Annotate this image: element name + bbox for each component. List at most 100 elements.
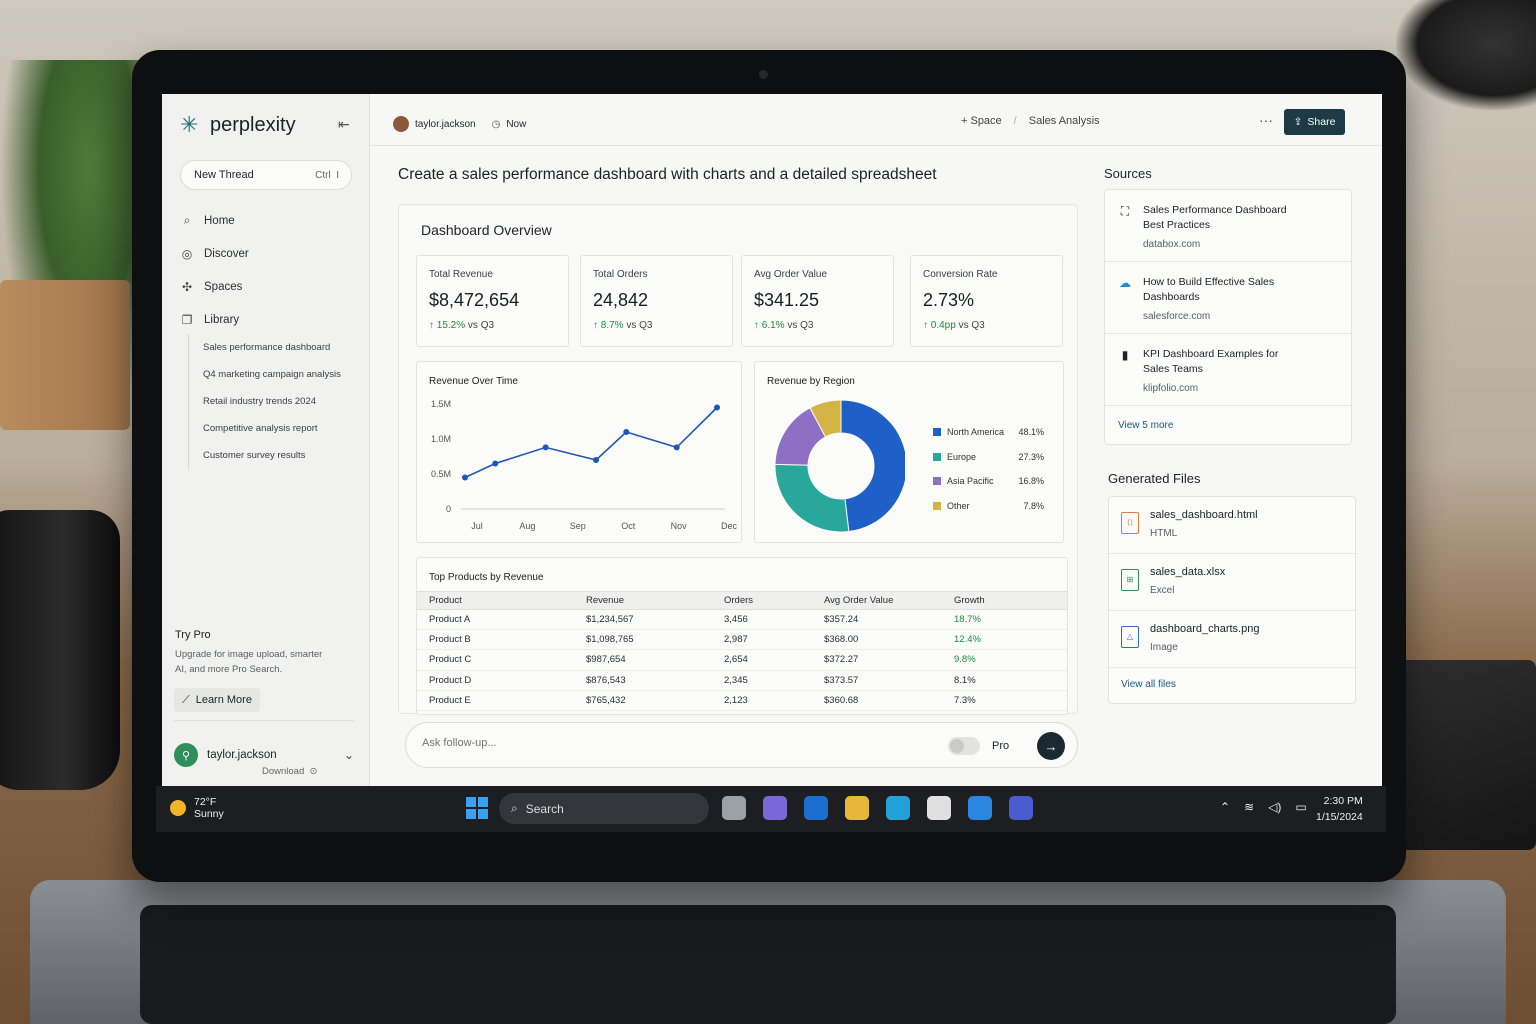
thread-title[interactable]: Sales Analysis — [1029, 115, 1100, 127]
table-title: Top Products by Revenue — [429, 572, 544, 583]
library-item[interactable]: Retail industry trends 2024 — [203, 388, 341, 415]
windows-start-icon[interactable] — [466, 797, 488, 819]
data-point[interactable] — [542, 444, 549, 451]
column-header[interactable]: Growth — [942, 591, 1067, 610]
table-row[interactable]: Product A $1,234,567 3,456 $357.24 18.7% — [417, 609, 1067, 631]
revenue-over-time-panel: Revenue Over Time 1.5M 1.0M 0.5M 0 Jul Aug Sep… — [416, 361, 742, 543]
taskbar-search[interactable]: ⌕ Search — [499, 793, 709, 824]
source-item[interactable]: ⛶ Sales Performance Dashboard Best Practi… — [1105, 190, 1351, 262]
settings-icon[interactable] — [1009, 796, 1033, 820]
follow-up-input[interactable] — [422, 737, 822, 749]
app-name: perplexity — [210, 113, 296, 136]
table-row[interactable]: Product C $987,654 2,654 $372.27 9.8% — [417, 649, 1067, 671]
download-link[interactable]: Download ⊙ — [262, 766, 318, 777]
learn-more-button[interactable]: ⟋ Learn More — [174, 688, 260, 712]
sidebar-item-library[interactable]: ❐ Library — [180, 303, 249, 336]
file-type: Image — [1150, 642, 1178, 653]
sidebar-item-home[interactable]: ⌕ Home — [180, 204, 249, 237]
author-name: taylor.jackson — [415, 118, 476, 130]
file-item[interactable]: △ dashboard_charts.png Image — [1109, 611, 1355, 668]
column-header[interactable]: Product — [417, 591, 574, 610]
weather-widget[interactable]: 72°F Sunny — [170, 796, 224, 820]
file-explorer-icon[interactable] — [845, 796, 869, 820]
chat-icon[interactable] — [763, 796, 787, 820]
volume-icon[interactable]: ◁) — [1268, 800, 1281, 814]
arrow-right-icon: → — [1044, 738, 1058, 754]
chevron-down-icon[interactable]: ⌄ — [344, 748, 354, 762]
task-view-icon[interactable] — [722, 796, 746, 820]
share-label: Share — [1307, 116, 1336, 128]
table-header-row: Product Revenue Orders Avg Order Value G… — [417, 591, 1067, 610]
library-item[interactable]: Customer survey results — [203, 442, 341, 469]
table-cell: 2,987 — [712, 629, 812, 651]
send-button[interactable]: → — [1037, 732, 1065, 760]
file-item[interactable]: ⟨⟩ sales_dashboard.html HTML — [1109, 497, 1355, 554]
column-header[interactable]: Revenue — [574, 591, 712, 610]
library-item[interactable]: Sales performance dashboard — [203, 334, 341, 361]
copilot-icon[interactable] — [968, 796, 992, 820]
view-more-sources-link[interactable]: View 5 more — [1118, 420, 1173, 431]
sidebar-item-label: Spaces — [204, 280, 243, 293]
products-table: Product Revenue Orders Avg Order Value G… — [417, 591, 1067, 711]
store-icon[interactable] — [927, 796, 951, 820]
library-item[interactable]: Q4 marketing campaign analysis — [203, 361, 341, 388]
library-item[interactable]: Competitive analysis report — [203, 415, 341, 442]
file-name: dashboard_charts.png — [1150, 623, 1260, 635]
table-cell: $373.57 — [812, 670, 942, 691]
thread-question: Create a sales performance dashboard wit… — [398, 166, 937, 183]
new-thread-shortcut: Ctrl I — [315, 169, 339, 181]
table-row[interactable]: Product D $876,543 2,345 $373.57 8.1% — [417, 670, 1067, 691]
sidebar-nav: ⌕ Home ◎ Discover ✣ Spaces ❐ Library — [180, 204, 249, 336]
legend-swatch — [933, 477, 941, 486]
data-point[interactable] — [593, 457, 600, 463]
user-menu[interactable]: ⚲ taylor.jackson ⌄ — [174, 720, 354, 767]
sidebar-item-spaces[interactable]: ✣ Spaces — [180, 270, 249, 303]
html-file-icon: ⟨⟩ — [1121, 512, 1139, 534]
source-item[interactable]: ▮ KPI Dashboard Examples for Sales Teams … — [1105, 334, 1351, 406]
source-domain: databox.com — [1143, 239, 1201, 250]
table-cell: 12.4% — [942, 629, 1067, 651]
file-item[interactable]: ⊞ sales_data.xlsx Excel — [1109, 554, 1355, 611]
more-options-icon[interactable]: ··· — [1259, 112, 1273, 128]
collapse-sidebar-icon[interactable]: ⇤ — [338, 116, 350, 133]
data-point[interactable] — [714, 404, 720, 411]
battery-icon[interactable]: ▭ — [1295, 800, 1306, 814]
table-cell: $368.00 — [812, 629, 942, 651]
donut-slice[interactable] — [774, 463, 850, 533]
table-cell: Product D — [417, 670, 574, 691]
share-button[interactable]: ⇪ Share — [1284, 109, 1345, 135]
column-header[interactable]: Orders — [712, 591, 812, 610]
kpi-label: Total Orders — [593, 269, 648, 280]
add-space-button[interactable]: + Space — [961, 115, 1002, 127]
table-cell: 2,654 — [712, 649, 812, 671]
clock-date: 1/15/2024 — [1316, 811, 1363, 823]
sidebar-item-discover[interactable]: ◎ Discover — [180, 237, 249, 270]
new-thread-button[interactable]: New Thread Ctrl I — [180, 160, 352, 190]
app-logo[interactable]: ✳ perplexity — [180, 112, 296, 138]
chevron-up-icon[interactable]: ⌃ — [1220, 800, 1230, 814]
wifi-icon[interactable]: ≋ — [1244, 800, 1254, 814]
taskbar-clock[interactable]: 2:30 PM 1/15/2024 — [1316, 793, 1363, 825]
source-domain: salesforce.com — [1143, 311, 1211, 322]
data-point[interactable] — [673, 444, 680, 451]
view-all-files-link[interactable]: View all files — [1121, 679, 1176, 690]
donut-slice[interactable] — [840, 399, 905, 533]
data-point[interactable] — [623, 429, 630, 435]
data-point[interactable] — [492, 460, 499, 467]
data-point[interactable] — [462, 474, 468, 481]
table-row[interactable]: Product E $765,432 2,123 $360.68 7.3% — [417, 690, 1067, 711]
try-pro-desc: Upgrade for image upload, smarter AI, and… — [175, 649, 323, 675]
thread-time: Now — [506, 118, 527, 130]
table-cell: 18.7% — [942, 609, 1067, 631]
legend-swatch — [933, 428, 941, 437]
chart-icon: ⟋ — [182, 693, 190, 706]
y-tick-label: 1.0M — [431, 434, 451, 444]
kpi-change: ↑ 15.2% vs Q3 — [429, 320, 495, 331]
table-row[interactable]: Product B $1,098,765 2,987 $368.00 12.4% — [417, 629, 1067, 651]
pro-toggle[interactable] — [948, 737, 980, 755]
legend-item: Other 7.8% — [933, 494, 1044, 519]
source-item[interactable]: ☁ How to Build Effective Sales Dashboards… — [1105, 262, 1351, 334]
edge-icon[interactable] — [886, 796, 910, 820]
outlook-icon[interactable] — [804, 796, 828, 820]
column-header[interactable]: Avg Order Value — [812, 591, 942, 610]
